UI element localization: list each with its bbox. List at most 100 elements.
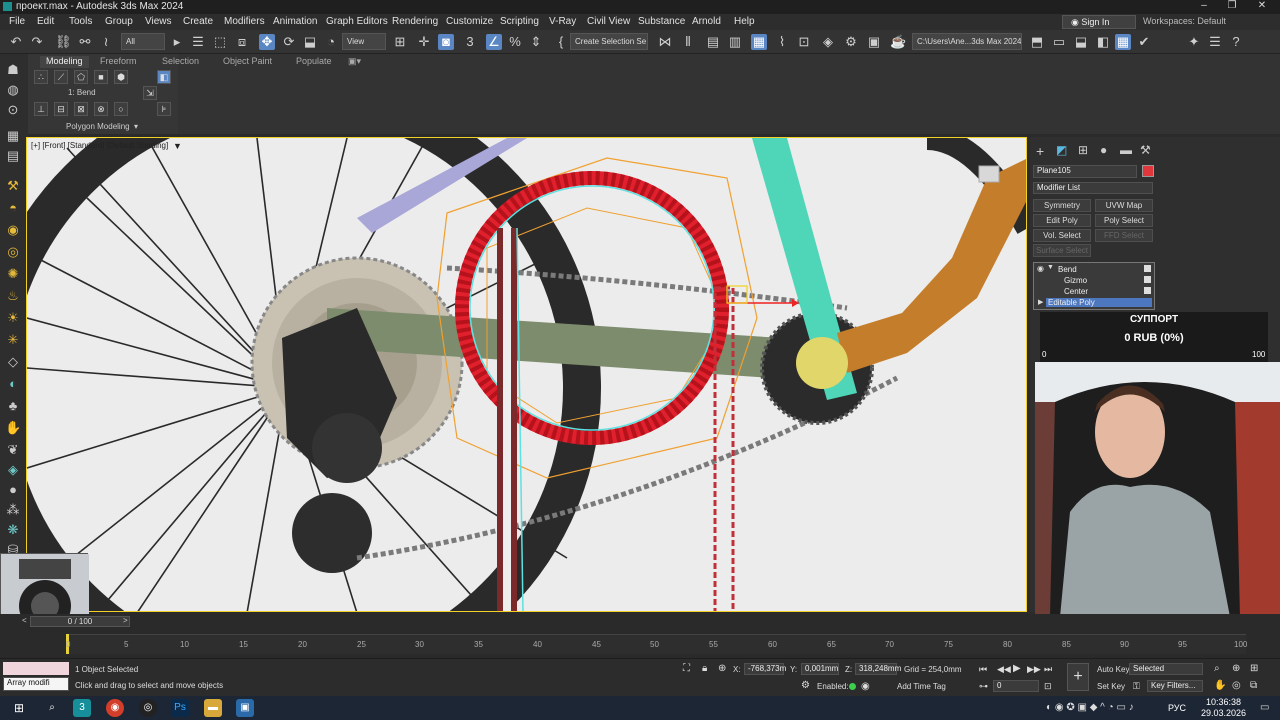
pattern-icon[interactable]: ❋ [5, 522, 21, 538]
disc-icon[interactable]: ◉ [5, 222, 21, 238]
key-mode-icon[interactable]: ⊶ [979, 681, 988, 692]
teapot-icon[interactable]: ☗ [5, 62, 21, 78]
menu-group[interactable]: Group [105, 16, 133, 27]
time-slider[interactable]: 0 / 100 [30, 616, 130, 627]
stack-toggle-icon[interactable] [1144, 287, 1151, 294]
ffd-select-button[interactable]: FFD Select [1095, 229, 1153, 242]
create-tab-icon[interactable]: + [1036, 143, 1044, 159]
notification-icon[interactable]: ▭ [1260, 702, 1269, 713]
pan-icon[interactable]: ✋ [1214, 680, 1226, 691]
list-icon[interactable]: ☰ [1207, 34, 1223, 50]
menu-customize[interactable]: Customize [446, 16, 493, 27]
enabled-indicator[interactable] [849, 683, 856, 690]
link-icon[interactable]: ⛓ [55, 34, 72, 50]
timeline-right-arrow[interactable]: > [123, 616, 128, 625]
tab-freeform[interactable]: Freeform [100, 56, 137, 68]
lamp-icon[interactable]: ♨ [5, 288, 21, 304]
element-mode-icon[interactable]: ⬢ [114, 70, 128, 84]
render-setup-icon[interactable]: ⚙ [843, 34, 859, 50]
3dsmax-taskbar-icon[interactable]: 3 [73, 699, 91, 717]
show-result-icon[interactable]: ⊟ [54, 102, 68, 116]
adaptive-degradation-icon[interactable]: ⚙ [801, 680, 810, 691]
select-object-icon[interactable]: ▸ [169, 34, 185, 50]
leaf-icon[interactable]: ❦ [5, 442, 21, 458]
border-mode-icon[interactable]: ⬠ [74, 70, 88, 84]
filter-icon[interactable]: ▼ [173, 141, 182, 151]
edit-named-selection-icon[interactable]: { [553, 34, 569, 50]
play-icon[interactable]: ▶ [1013, 663, 1021, 674]
keyboard-shortcut-icon[interactable]: ◙ [438, 34, 454, 50]
hammer-icon[interactable]: ⚒ [5, 178, 21, 194]
stack-item-editable-poly[interactable]: Editable Poly [1046, 298, 1152, 307]
goto-end-icon[interactable]: ⏭ [1044, 664, 1052, 675]
bind-spacewarp-icon[interactable]: ≀ [98, 34, 114, 50]
stack-toggle-icon[interactable] [1144, 276, 1151, 283]
absolute-mode-icon[interactable]: ⊕ [718, 663, 726, 674]
goto-start-icon[interactable]: ⏮ [979, 664, 987, 675]
windows-start-icon[interactable]: ⊞ [10, 699, 28, 717]
modify-tab-icon[interactable]: ◩ [1056, 143, 1067, 157]
poly-select-button[interactable]: Poly Select [1095, 214, 1153, 227]
key-filters-button[interactable]: Key Filters... [1147, 680, 1203, 692]
unlink-icon[interactable]: ⚯ [77, 34, 93, 50]
curve-editor-icon[interactable]: ⌇ [774, 34, 790, 50]
hand-icon[interactable]: ✋ [5, 420, 21, 436]
lock-icon[interactable]: 🔒︎ [702, 663, 707, 674]
project-folder-icon[interactable]: ⬒ [1029, 34, 1045, 50]
vertex-mode-icon[interactable]: ∴ [34, 70, 48, 84]
file-explorer-icon[interactable]: ▬ [204, 699, 222, 717]
uvw-map-button[interactable]: UVW Map [1095, 199, 1153, 212]
spark-icon[interactable]: ✳ [5, 332, 21, 348]
next-frame-icon[interactable]: ▶▶ [1027, 664, 1041, 675]
sphere-icon[interactable]: ◍ [5, 82, 21, 98]
menu-scripting[interactable]: Scripting [500, 16, 539, 27]
rendered-frame-icon[interactable]: ▣ [866, 34, 882, 50]
zoom-icon[interactable]: ⌕ [1214, 663, 1220, 674]
stack-toggle-icon[interactable] [1144, 265, 1151, 272]
dome-icon[interactable]: ◓ [5, 200, 21, 216]
zoom-extents-icon[interactable]: ⊞ [1250, 663, 1258, 674]
menu-create[interactable]: Create [183, 16, 213, 27]
layers-icon[interactable]: ▤ [5, 148, 21, 164]
help-icon[interactable]: ? [1228, 34, 1244, 50]
prev-frame-icon[interactable]: ◀◀ [997, 664, 1011, 675]
ring-icon[interactable]: ◎ [5, 244, 21, 260]
tab-selection[interactable]: Selection [162, 56, 199, 68]
x-coordinate-field[interactable]: -768,373m [744, 663, 786, 675]
maxscript-listener-input[interactable] [3, 662, 69, 675]
tray-icons[interactable]: ◐ ◉ ✪ ▣ ◆ ^ ◔ ▭ ♪ [1046, 702, 1134, 713]
grid-icon[interactable]: ▦ [5, 128, 21, 144]
maximize-viewport-icon[interactable]: ⧉ [1250, 680, 1257, 691]
search-icon[interactable]: ⌕ [43, 699, 61, 717]
configure-icon[interactable]: ○ [114, 102, 128, 116]
rotate-icon[interactable]: ⟳ [281, 34, 297, 50]
viewport-layout-icon[interactable]: ◧ [1095, 34, 1111, 50]
clock-time[interactable]: 10:36:38 [1206, 697, 1241, 707]
sign-in-dropdown[interactable]: ◉ Sign In [1062, 15, 1136, 29]
workspaces-dropdown[interactable]: Workspaces: Default [1143, 16, 1226, 26]
scale-icon[interactable]: ⬓ [302, 34, 318, 50]
stack-item-center[interactable]: Center [1064, 287, 1088, 296]
add-time-tag[interactable]: Add Time Tag [897, 682, 946, 691]
ribbon-options-icon[interactable]: ▣▾ [348, 56, 361, 68]
modifier-list-dropdown[interactable]: Modifier List [1033, 182, 1153, 194]
menu-help[interactable]: Help [734, 16, 755, 27]
render-icon[interactable]: ☕ [890, 34, 906, 50]
sun-icon[interactable]: ☀ [5, 310, 21, 326]
edit-poly-button[interactable]: Edit Poly [1033, 214, 1091, 227]
make-unique-icon[interactable]: ⊠ [74, 102, 88, 116]
isolate-icon[interactable]: ⛶ [683, 663, 690, 674]
window-crossing-icon[interactable]: ⧈ [234, 34, 250, 50]
project-path-dropdown[interactable]: C:\Users\Ane...3ds Max 2024 [912, 33, 1022, 50]
motion-tab-icon[interactable]: ● [1100, 143, 1107, 157]
maxscript-output[interactable]: Array modifi [3, 677, 69, 691]
selection-filter-dropdown[interactable]: All [121, 33, 165, 50]
tab-object-paint[interactable]: Object Paint [223, 56, 272, 68]
vol-select-button[interactable]: Vol. Select [1033, 229, 1091, 242]
pivot-center-icon[interactable]: ⊞ [392, 34, 408, 50]
ref-coord-dropdown[interactable]: View [342, 33, 386, 50]
z-coordinate-field[interactable]: 318,248mm [855, 663, 901, 675]
time-tag-icon[interactable]: ◉ [861, 681, 870, 692]
layout-icon[interactable]: ⬓ [1073, 34, 1089, 50]
close-button[interactable]: ✕ [1248, 0, 1276, 11]
